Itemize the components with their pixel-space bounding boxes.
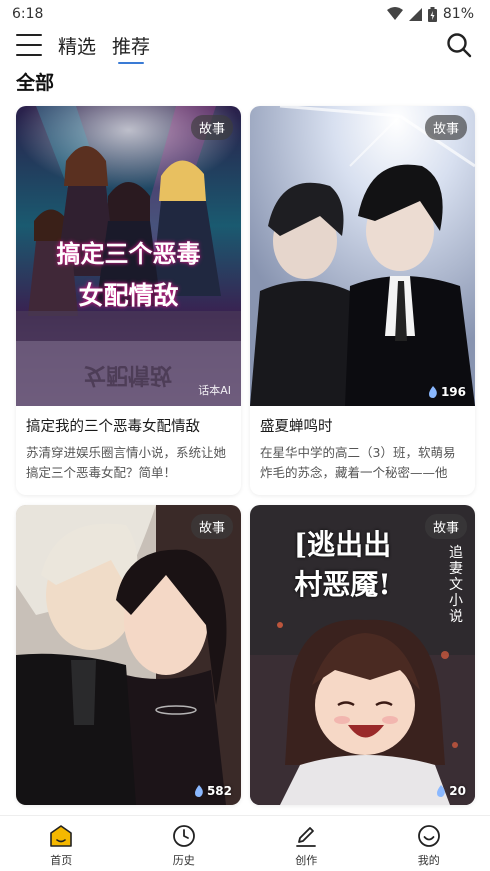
- top-header: 精选 推荐: [0, 28, 490, 64]
- story-desc: 在星华中学的高二（3）班，软萌易炸毛的苏念，藏着一个秘密——他暗…: [260, 445, 456, 480]
- bottom-nav: 首页 历史 创作 我的: [0, 815, 490, 871]
- story-card[interactable]: 故事 582: [16, 505, 241, 805]
- status-time: 6:18: [12, 6, 44, 22]
- story-cover: 故事 582: [16, 505, 241, 805]
- story-title: 盛夏蝉鸣时: [260, 419, 333, 435]
- story-cover: 女配情敌 搞定三个恶毒 女配情敌 故事 话本AI: [16, 106, 241, 406]
- nav-label: 我的: [417, 854, 440, 867]
- menu-icon[interactable]: [16, 34, 42, 56]
- search-icon[interactable]: [446, 32, 472, 58]
- play-count: 196: [428, 385, 466, 399]
- cover-title-line1: 搞定三个恶毒: [56, 240, 201, 268]
- section-title: 全部: [16, 72, 55, 94]
- story-card[interactable]: 女配情敌 搞定三个恶毒 女配情敌 故事 话本AI 搞定我的三个恶毒女配情敌 苏清…: [16, 106, 241, 495]
- story-tag: 故事: [424, 115, 467, 140]
- nav-profile[interactable]: 我的: [368, 816, 490, 871]
- story-tag: 故事: [190, 115, 233, 140]
- status-icons: 81%: [386, 6, 474, 22]
- signal-icon: [408, 7, 422, 21]
- play-count: 582: [194, 784, 232, 798]
- nav-home[interactable]: 首页: [0, 816, 123, 871]
- story-cover: [逃出出 村恶魇! 追妻文小说 故事 20: [250, 505, 475, 805]
- play-count-value: 582: [206, 784, 232, 798]
- pen-icon: [296, 827, 317, 847]
- story-tag: 故事: [190, 514, 233, 539]
- home-icon: [50, 825, 73, 847]
- story-title: 搞定我的三个恶毒女配情敌: [26, 419, 200, 435]
- smile-icon: [417, 825, 440, 847]
- play-count: 20: [436, 784, 466, 798]
- story-card[interactable]: [逃出出 村恶魇! 追妻文小说 故事 20: [250, 505, 475, 805]
- cover-title-line2: 村恶魇!: [294, 568, 391, 601]
- nav-create[interactable]: 创作: [245, 816, 368, 871]
- cover-title-line2: 女配情敌: [78, 281, 179, 310]
- status-bar: 6:18 81%: [0, 0, 490, 28]
- cover-illustration: [16, 505, 241, 805]
- nav-label: 首页: [50, 854, 73, 867]
- cover-illustration: [250, 106, 475, 406]
- flame-icon: [194, 785, 203, 797]
- story-cover: 故事 196: [250, 106, 475, 406]
- nav-label: 历史: [172, 854, 195, 867]
- play-count-value: 20: [449, 784, 466, 798]
- svg-text:女配情敌: 女配情敌: [84, 362, 172, 388]
- cover-side-text: 追妻文小说: [449, 545, 463, 625]
- battery-icon: [427, 6, 437, 22]
- flame-icon: [437, 785, 446, 797]
- battery-percent: 81%: [442, 6, 474, 22]
- cover-title-line1: [逃出出: [293, 528, 392, 561]
- story-card[interactable]: 故事 196 盛夏蝉鸣时 在星华中学的高二（3）班，软萌易炸毛的苏念，藏着一个秘…: [250, 106, 475, 495]
- story-tag: 故事: [424, 514, 467, 539]
- wifi-icon: [386, 7, 403, 20]
- story-desc: 苏清穿进娱乐圈言情小说，系统让她搞定三个恶毒女配？简单！: [26, 445, 227, 480]
- tab-featured[interactable]: 精选: [58, 32, 96, 59]
- watermark: 话本AI: [198, 384, 231, 397]
- nav-history[interactable]: 历史: [123, 816, 246, 871]
- tab-recommended[interactable]: 推荐: [112, 32, 150, 64]
- clock-icon: [172, 825, 195, 847]
- flame-icon: [428, 386, 437, 398]
- play-count-value: 196: [440, 385, 466, 399]
- nav-label: 创作: [295, 854, 318, 867]
